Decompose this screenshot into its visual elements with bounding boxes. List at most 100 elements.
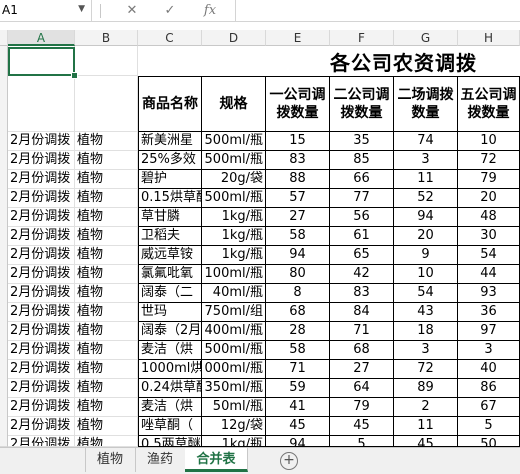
tab-plants[interactable]: 植物 (85, 448, 136, 472)
qty-company-1-cell[interactable]: 28 (266, 322, 330, 341)
period-cell[interactable]: 2月份调拨 (8, 189, 75, 208)
spec-cell[interactable]: 100ml/瓶 (202, 265, 266, 284)
period-cell[interactable]: 2月份调拨 (8, 398, 75, 417)
qty-company-1-cell[interactable]: 83 (266, 151, 330, 170)
spec-cell[interactable]: 1kg/瓶 (202, 208, 266, 227)
qty-company-2-cell[interactable]: 66 (330, 170, 394, 189)
spec-cell[interactable]: 1kg/瓶 (202, 246, 266, 265)
category-cell[interactable]: 植物 (75, 265, 138, 284)
column-header-a[interactable]: A (8, 30, 75, 46)
qty-company-2-cell[interactable]: 5 (330, 436, 394, 447)
column-header-c[interactable]: C (138, 30, 202, 46)
spec-cell[interactable]: 500ml/瓶 (202, 189, 266, 208)
category-cell[interactable]: 植物 (75, 341, 138, 360)
cancel-icon[interactable]: ✕ (122, 2, 142, 20)
product-cell[interactable]: 0.15烘草酮 (138, 189, 202, 208)
period-cell[interactable]: 2月份调拨 (8, 436, 75, 447)
product-cell[interactable]: 0.24烘草酮 (138, 379, 202, 398)
spec-cell[interactable]: 40ml/瓶 (202, 284, 266, 303)
tab-scroll-area[interactable] (0, 448, 86, 472)
qty-farm-2-cell[interactable]: 72 (394, 360, 458, 379)
period-cell[interactable]: 2月份调拨 (8, 322, 75, 341)
qty-farm-2-cell[interactable]: 18 (394, 322, 458, 341)
qty-company-1-cell[interactable]: 27 (266, 208, 330, 227)
category-cell[interactable]: 植物 (75, 132, 138, 151)
product-cell[interactable]: 1000ml烘 (138, 360, 202, 379)
qty-company-5-cell[interactable]: 93 (458, 284, 520, 303)
product-cell[interactable]: 草甘膦 (138, 208, 202, 227)
product-cell[interactable]: 卫稻夫 (138, 227, 202, 246)
qty-company-5-cell[interactable]: 97 (458, 322, 520, 341)
qty-company-2-cell[interactable]: 42 (330, 265, 394, 284)
category-cell[interactable]: 植物 (75, 227, 138, 246)
fill-handle[interactable] (71, 72, 78, 79)
product-cell[interactable]: 阔泰（2月 (138, 322, 202, 341)
period-cell[interactable]: 2月份调拨 (8, 246, 75, 265)
category-cell[interactable]: 植物 (75, 322, 138, 341)
spec-cell[interactable]: 750ml/组 (202, 303, 266, 322)
cell-b2[interactable] (75, 76, 138, 132)
qty-company-5-cell[interactable]: 79 (458, 170, 520, 189)
qty-farm-2-cell[interactable]: 3 (394, 151, 458, 170)
spec-cell[interactable]: 12g/袋 (202, 417, 266, 436)
product-cell[interactable]: 新美洲星 (138, 132, 202, 151)
qty-farm-2-cell[interactable]: 20 (394, 227, 458, 246)
add-sheet-icon[interactable]: + (280, 452, 298, 470)
qty-company-2-cell[interactable]: 71 (330, 322, 394, 341)
confirm-icon[interactable]: ✓ (160, 2, 180, 20)
spec-cell[interactable]: 400ml/瓶 (202, 322, 266, 341)
category-cell[interactable]: 植物 (75, 360, 138, 379)
category-cell[interactable]: 植物 (75, 170, 138, 189)
qty-company-5-cell[interactable]: 20 (458, 189, 520, 208)
column-header-h[interactable]: H (458, 30, 520, 46)
qty-farm-2-cell[interactable]: 52 (394, 189, 458, 208)
qty-company-1-cell[interactable]: 80 (266, 265, 330, 284)
select-all-corner[interactable] (0, 30, 8, 46)
qty-company-1-cell[interactable]: 88 (266, 170, 330, 189)
column-header-g[interactable]: G (394, 30, 458, 46)
qty-company-1-cell[interactable]: 94 (266, 436, 330, 447)
qty-farm-2-cell[interactable]: 45 (394, 436, 458, 447)
qty-company-1-cell[interactable]: 15 (266, 132, 330, 151)
period-cell[interactable]: 2月份调拨 (8, 303, 75, 322)
qty-company-5-cell[interactable]: 40 (458, 360, 520, 379)
qty-company-5-cell[interactable]: 10 (458, 132, 520, 151)
spec-cell[interactable]: 500ml/瓶 (202, 132, 266, 151)
qty-company-1-cell[interactable]: 41 (266, 398, 330, 417)
chevron-down-icon[interactable]: ▼ (78, 4, 85, 14)
period-cell[interactable]: 2月份调拨 (8, 132, 75, 151)
category-cell[interactable]: 植物 (75, 284, 138, 303)
product-cell[interactable]: 麦洁（烘 (138, 398, 202, 417)
qty-company-5-cell[interactable]: 5 (458, 417, 520, 436)
qty-company-2-cell[interactable]: 77 (330, 189, 394, 208)
qty-company-1-cell[interactable]: 94 (266, 246, 330, 265)
qty-company-1-cell[interactable]: 58 (266, 227, 330, 246)
qty-farm-2-cell[interactable]: 3 (394, 341, 458, 360)
qty-company-2-cell[interactable]: 84 (330, 303, 394, 322)
category-cell[interactable]: 植物 (75, 436, 138, 447)
period-cell[interactable]: 2月份调拨 (8, 151, 75, 170)
qty-farm-2-cell[interactable]: 89 (394, 379, 458, 398)
category-cell[interactable]: 植物 (75, 246, 138, 265)
qty-farm-2-cell[interactable]: 94 (394, 208, 458, 227)
name-box[interactable]: A1 ▼ (0, 0, 92, 21)
qty-company-2-cell[interactable]: 45 (330, 417, 394, 436)
qty-company-1-cell[interactable]: 8 (266, 284, 330, 303)
qty-company-2-cell[interactable]: 64 (330, 379, 394, 398)
qty-company-1-cell[interactable]: 58 (266, 341, 330, 360)
tab-fishery[interactable]: 渔药 (135, 448, 186, 472)
spec-cell[interactable]: 50ml/瓶 (202, 398, 266, 417)
column-header-b[interactable]: B (75, 30, 138, 46)
column-header-f[interactable]: F (330, 30, 394, 46)
product-cell[interactable]: 碧护 (138, 170, 202, 189)
tab-merged[interactable]: 合并表 (185, 448, 248, 472)
qty-company-2-cell[interactable]: 65 (330, 246, 394, 265)
qty-farm-2-cell[interactable]: 10 (394, 265, 458, 284)
formula-input[interactable] (235, 0, 520, 21)
product-cell[interactable]: 0.5两草醚 (138, 436, 202, 447)
qty-company-5-cell[interactable]: 36 (458, 303, 520, 322)
product-cell[interactable]: 唑草酮（ (138, 417, 202, 436)
qty-company-2-cell[interactable]: 27 (330, 360, 394, 379)
period-cell[interactable]: 2月份调拨 (8, 360, 75, 379)
period-cell[interactable]: 2月份调拨 (8, 170, 75, 189)
